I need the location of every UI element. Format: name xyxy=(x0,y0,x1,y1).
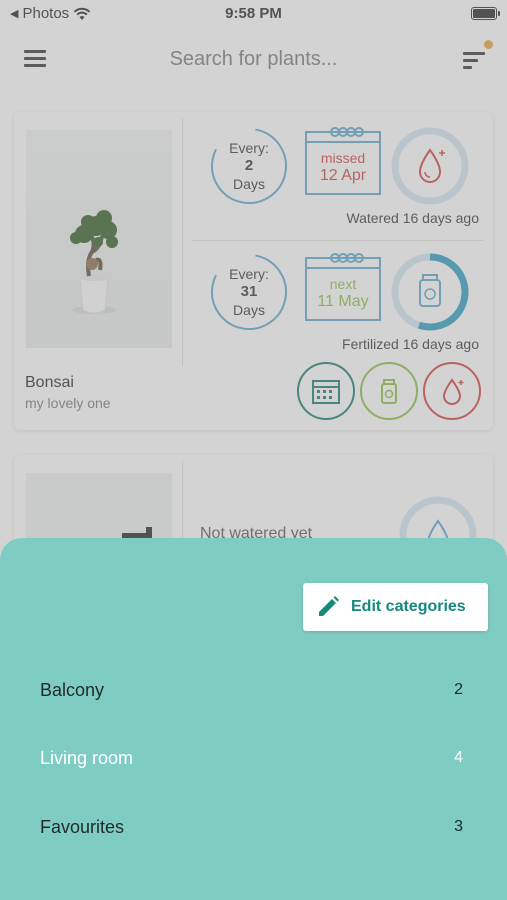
category-name: Living room xyxy=(40,747,134,768)
category-count: 4 xyxy=(454,749,463,766)
category-item-favourites[interactable]: Favourites 3 xyxy=(40,807,464,847)
edit-categories-label: Edit categories xyxy=(351,598,466,615)
category-name: Balcony xyxy=(40,679,105,700)
pencil-icon xyxy=(319,596,339,616)
category-name: Favourites xyxy=(40,816,125,837)
category-count: 3 xyxy=(454,818,463,835)
edit-categories-button[interactable]: Edit categories xyxy=(303,583,488,631)
category-item-living-room[interactable]: Living room 4 xyxy=(40,738,464,778)
categories-sheet: Edit categories Balcony 2 Living room 4 … xyxy=(0,538,507,900)
category-count: 2 xyxy=(454,681,463,698)
category-item-balcony[interactable]: Balcony 2 xyxy=(40,670,464,710)
